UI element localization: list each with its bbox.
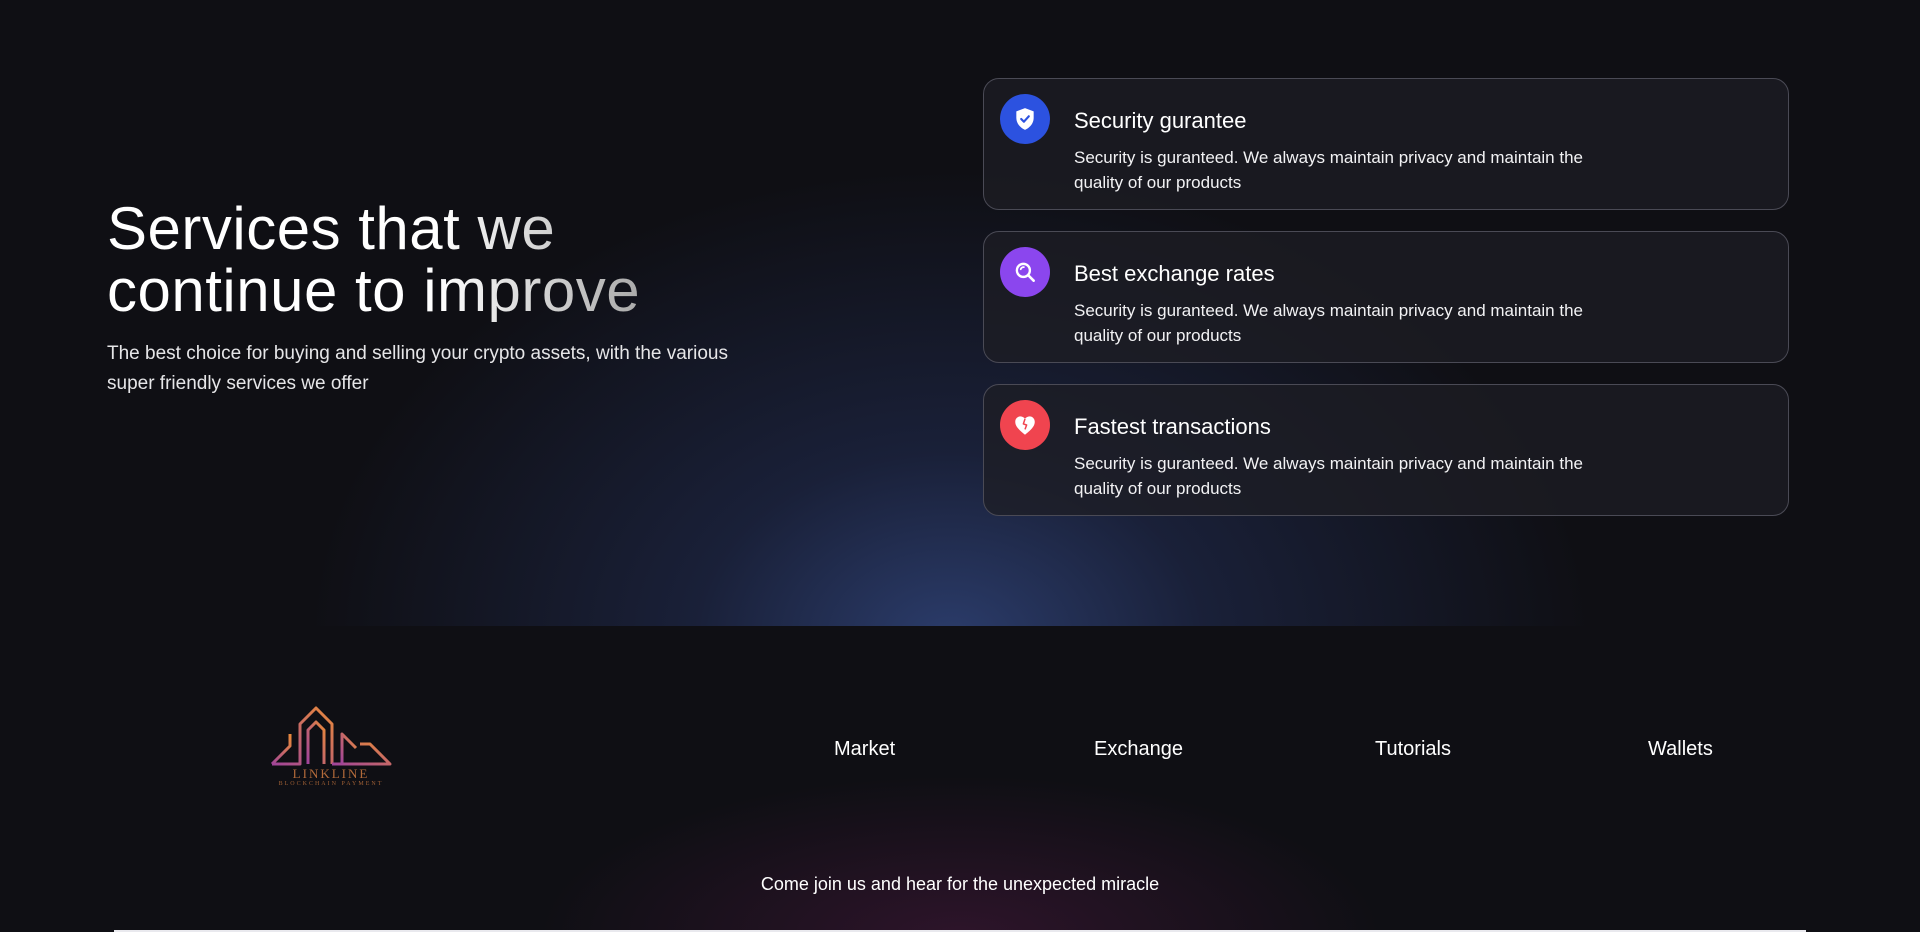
nav-link-exchange[interactable]: Exchange xyxy=(1094,736,1183,762)
services-heading-line2: continue to improve xyxy=(107,257,641,324)
linkline-logo[interactable]: LINKLINE BLOCKCHAIN PAYMENT xyxy=(270,702,392,792)
service-cards: Security gurantee Security is guranteed.… xyxy=(983,78,1789,537)
service-card-exchange: Best exchange rates Security is gurantee… xyxy=(983,231,1789,363)
services-subtitle: The best choice for buying and selling y… xyxy=(107,343,728,394)
services-heading-line1: Services that we xyxy=(107,195,556,262)
service-card-title: Best exchange rates xyxy=(1074,261,1275,286)
service-card-security: Security gurantee Security is guranteed.… xyxy=(983,78,1789,210)
search-icon xyxy=(1000,247,1050,297)
footer-tagline: Come join us and hear for the unexpected… xyxy=(760,874,1160,894)
services-section: Services that we continue to improve The… xyxy=(0,0,1920,626)
footer: LINKLINE BLOCKCHAIN PAYMENT Market Excha… xyxy=(0,626,1920,932)
linkline-logo-mark xyxy=(270,706,392,766)
nav-link-tutorials[interactable]: Tutorials xyxy=(1375,736,1451,762)
logo-tagline: BLOCKCHAIN PAYMENT xyxy=(278,781,384,787)
service-card-description: Security is guranteed. We always maintai… xyxy=(1074,454,1583,498)
service-card-description: Security is guranteed. We always maintai… xyxy=(1074,301,1583,345)
nav-link-wallets[interactable]: Wallets xyxy=(1648,736,1713,762)
shield-check-icon xyxy=(1000,94,1050,144)
logo-name: LINKLINE xyxy=(292,766,370,781)
service-card-transactions: Fastest transactions Security is gurante… xyxy=(983,384,1789,516)
service-card-description: Security is guranteed. We always maintai… xyxy=(1074,148,1583,192)
services-heading: Services that we continue to improve xyxy=(107,198,707,322)
service-card-title: Security gurantee xyxy=(1074,108,1247,133)
page: Services that we continue to improve The… xyxy=(0,0,1920,932)
heart-icon xyxy=(1000,400,1050,450)
nav-link-market[interactable]: Market xyxy=(834,736,895,762)
service-card-title: Fastest transactions xyxy=(1074,414,1271,439)
